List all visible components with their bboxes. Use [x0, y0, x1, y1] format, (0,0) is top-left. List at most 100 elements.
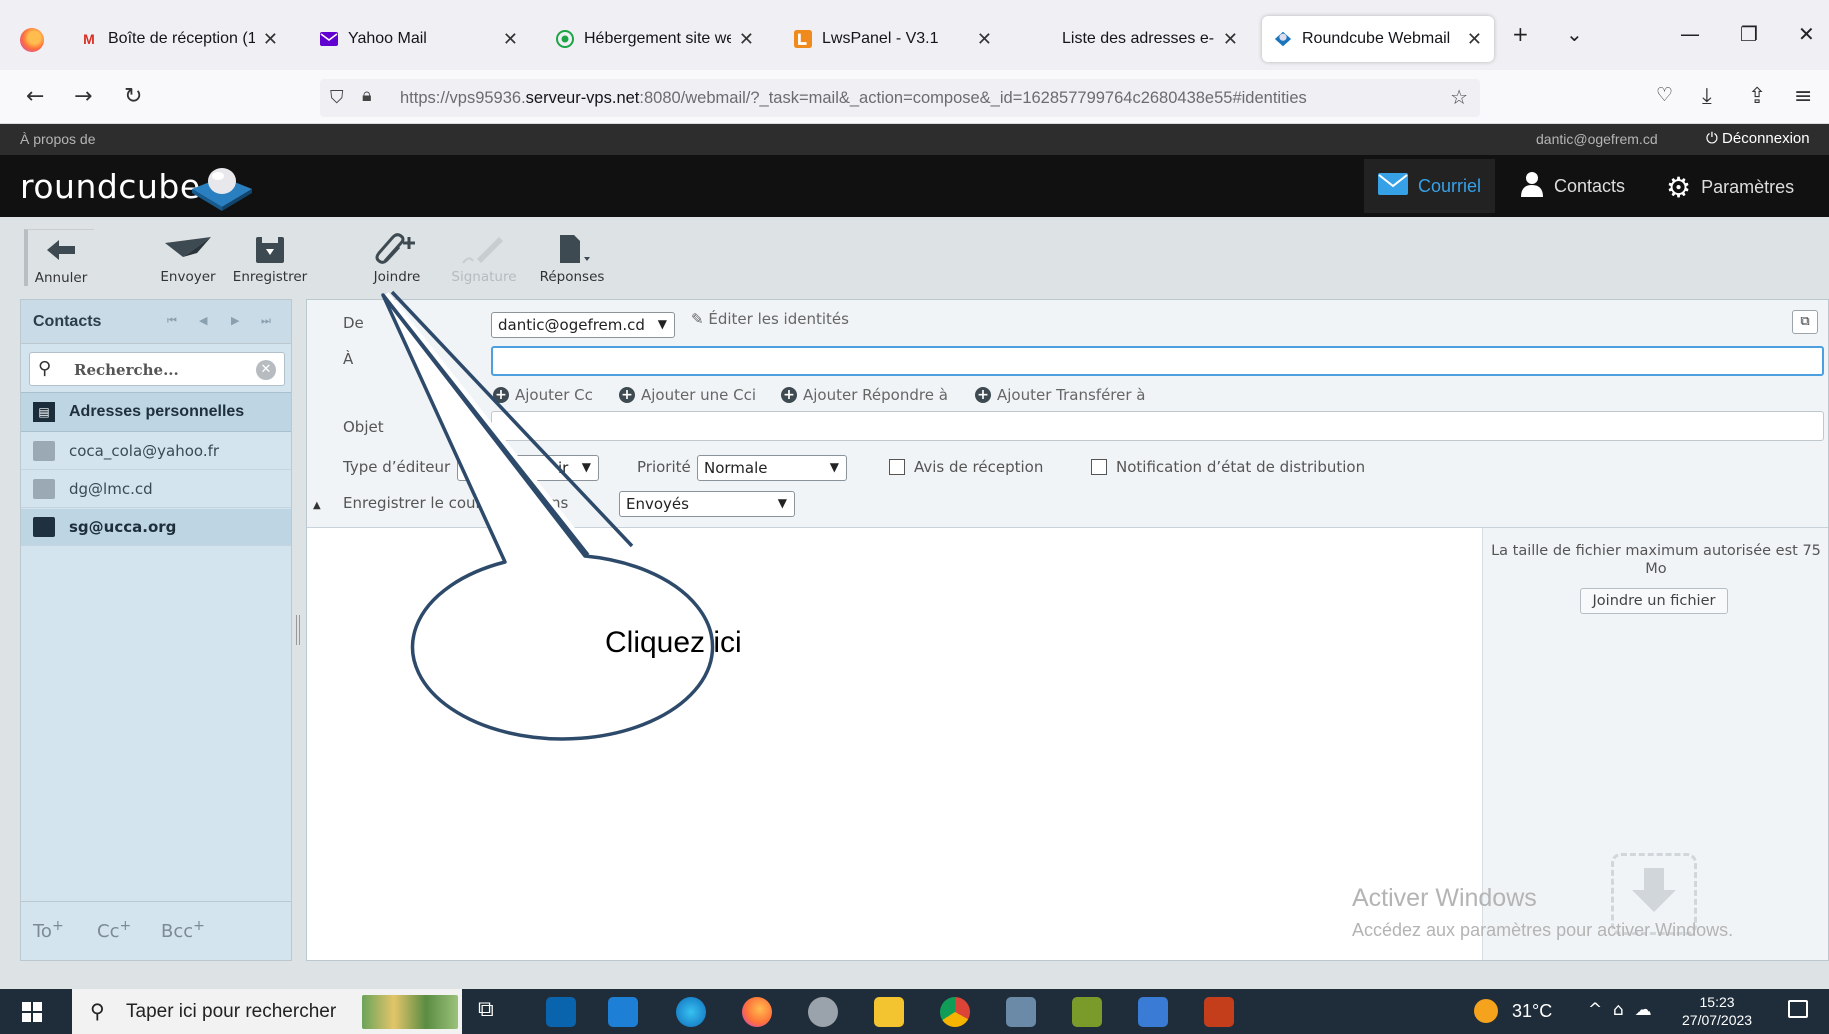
store-icon[interactable] — [546, 997, 576, 1027]
signature-button[interactable]: Signature — [444, 231, 524, 285]
contact-list-item[interactable]: sg@ucca.org — [21, 509, 291, 546]
firefox-icon[interactable] — [20, 28, 44, 52]
last-page-icon[interactable]: ⏭ — [261, 314, 271, 328]
notification-icon[interactable] — [1788, 1000, 1808, 1018]
attach-file-button[interactable]: Joindre un fichier — [1580, 588, 1728, 614]
app-icon[interactable] — [1006, 997, 1036, 1027]
chrome-icon[interactable] — [940, 997, 970, 1027]
nav-contacts[interactable]: Contacts — [1520, 171, 1625, 202]
clock[interactable]: 15:23 27/07/2023 — [1682, 993, 1752, 1029]
save-sent-folder-select[interactable]: Envoyés ▼ — [619, 491, 795, 517]
lock-icon[interactable]: 🔒︎ — [362, 85, 372, 106]
close-window-button[interactable]: ✕ — [1798, 22, 1815, 46]
add-bcc-button[interactable]: Bcc+ — [161, 918, 205, 942]
file-explorer-icon[interactable] — [874, 997, 904, 1027]
fireworks-icon[interactable] — [1072, 997, 1102, 1027]
contacts-footer: To+ Cc+ Bcc+ — [21, 901, 291, 961]
reload-icon[interactable]: ↻ — [124, 84, 142, 109]
task-view-icon[interactable]: ⧉ — [478, 997, 508, 1027]
read-receipt-checkbox[interactable]: Avis de réception — [889, 458, 1043, 476]
maximize-editor-icon[interactable]: ⧉ — [1792, 310, 1818, 334]
chevron-down-icon: ▼ — [657, 317, 667, 331]
contacts-panel: Contacts ⏮ ◀ ▶ ⏭ ⚲ Recherche... ✕ ▤ Adre… — [20, 299, 292, 961]
share-icon[interactable]: ⇪ — [1748, 84, 1766, 109]
save-sent-label: Enregistrer le courriel en — [343, 494, 529, 512]
clear-search-icon[interactable]: ✕ — [256, 360, 276, 380]
editor-type-select[interactable]: Texte ir ▼ — [457, 455, 599, 481]
tab-liste-adresses[interactable]: Liste des adresses e-m ✕ — [1050, 16, 1250, 62]
logout-button[interactable]: ⏻ Déconnexion — [1706, 130, 1810, 147]
person-icon — [1520, 171, 1544, 202]
restore-button[interactable]: ❐ — [1740, 22, 1758, 46]
windows-start-icon[interactable] — [22, 1002, 42, 1022]
nav-courriel[interactable]: Courriel — [1364, 159, 1496, 213]
roundcube-icon — [1274, 30, 1292, 48]
nav-parametres[interactable]: ⚙ Paramètres — [1666, 171, 1794, 204]
to-input[interactable] — [491, 346, 1824, 376]
contacts-header: Contacts ⏮ ◀ ▶ ⏭ — [21, 300, 291, 344]
from-select[interactable]: dantic@ogefrem.cd ▼ — [491, 312, 675, 338]
weather-temperature[interactable]: 31°C — [1512, 1001, 1552, 1022]
tab-list-button[interactable]: ⌄ — [1566, 22, 1583, 46]
app-icon[interactable] — [808, 997, 838, 1027]
add-cc-button[interactable]: Cc+ — [97, 918, 131, 942]
shield-icon[interactable]: ⛉ — [330, 87, 344, 108]
contact-list-item[interactable]: dg@lmc.cd — [21, 471, 291, 508]
contact-avatar-icon — [33, 441, 55, 461]
taskbar-search-input[interactable]: ⚲ Taper ici pour rechercher — [72, 989, 462, 1034]
tab-close-icon[interactable]: ✕ — [739, 29, 754, 50]
envoyer-button[interactable]: Envoyer — [148, 231, 228, 285]
address-book-personal[interactable]: ▤ Adresses personnelles — [21, 392, 291, 432]
menu-icon[interactable]: ≡ — [1794, 84, 1812, 109]
back-arrow-icon[interactable]: ← — [26, 84, 44, 109]
tab-close-icon[interactable]: ✕ — [1467, 29, 1482, 50]
enregistrer-button[interactable]: Enregistrer — [228, 231, 312, 285]
pocket-icon[interactable]: ♡ — [1656, 84, 1673, 106]
url-bar[interactable]: ⛉ 🔒︎ https://vps95936.serveur-vps.net:80… — [320, 79, 1480, 117]
tab-close-icon[interactable]: ✕ — [1223, 29, 1238, 50]
contact-list-item[interactable]: coca_cola@yahoo.fr — [21, 433, 291, 470]
edge-icon[interactable] — [676, 997, 706, 1027]
prev-page-icon[interactable]: ◀ — [199, 314, 207, 327]
powerpoint-icon[interactable] — [1204, 997, 1234, 1027]
mail-app-icon[interactable] — [608, 997, 638, 1027]
tab-hebergement[interactable]: Hébergement site web ✕ — [544, 16, 766, 62]
add-reply-to-link[interactable]: + Ajouter Répondre à — [781, 386, 948, 404]
annuler-button[interactable]: Annuler — [24, 229, 94, 286]
reponses-button[interactable]: Réponses — [532, 231, 612, 285]
tab-close-icon[interactable]: ✕ — [977, 29, 992, 50]
add-to-button[interactable]: To+ — [33, 918, 64, 942]
panel-splitter[interactable] — [296, 615, 300, 645]
tab-roundcube[interactable]: Roundcube Webmail ✕ — [1262, 16, 1494, 62]
tab-gmail[interactable]: M Boîte de réception (17 ✕ — [68, 16, 290, 62]
next-page-icon[interactable]: ▶ — [231, 314, 239, 327]
tab-yahoo-mail[interactable]: Yahoo Mail ✕ — [308, 16, 530, 62]
add-cc-link[interactable]: + Ajouter Cc — [493, 386, 593, 404]
new-tab-button[interactable]: + — [1512, 22, 1529, 46]
tab-close-icon[interactable]: ✕ — [503, 29, 518, 50]
tab-close-icon[interactable]: ✕ — [263, 29, 278, 50]
add-followup-to-link[interactable]: + Ajouter Transférer à — [975, 386, 1146, 404]
add-bcc-link[interactable]: + Ajouter une Cci — [619, 386, 756, 404]
user-email: dantic@ogefrem.cd — [1536, 131, 1658, 147]
delivery-status-checkbox[interactable]: Notification d’état de distribution — [1091, 458, 1365, 476]
edit-identities-link[interactable]: ✎ Éditer les identités — [691, 310, 849, 328]
roundcube-logo[interactable]: roundcube — [20, 167, 201, 206]
minimize-button[interactable]: — — [1680, 22, 1700, 46]
tray-icons[interactable]: ^ ⌂ ☁ — [1588, 1000, 1652, 1020]
first-page-icon[interactable]: ⏮ — [167, 314, 177, 328]
contacts-search-input[interactable]: ⚲ Recherche... ✕ — [29, 352, 285, 386]
joindre-button[interactable]: Joindre — [358, 231, 436, 285]
collapse-headers-icon[interactable]: ▲ — [313, 500, 321, 511]
download-icon[interactable]: ⤓ — [1702, 84, 1712, 109]
about-link[interactable]: À propos de — [20, 131, 96, 147]
bookmark-star-icon[interactable]: ☆ — [1450, 85, 1468, 109]
activation-watermark-title: Activer Windows — [1352, 884, 1537, 912]
app-icon[interactable] — [1138, 997, 1168, 1027]
firefox-taskbar-icon[interactable] — [742, 997, 772, 1027]
forward-arrow-icon[interactable]: → — [74, 84, 92, 109]
subject-input[interactable] — [491, 411, 1824, 441]
weather-icon[interactable] — [1474, 999, 1498, 1023]
priority-select[interactable]: Normale ▼ — [697, 455, 847, 481]
tab-lwspanel[interactable]: LwsPanel - V3.1 ✕ — [782, 16, 1004, 62]
